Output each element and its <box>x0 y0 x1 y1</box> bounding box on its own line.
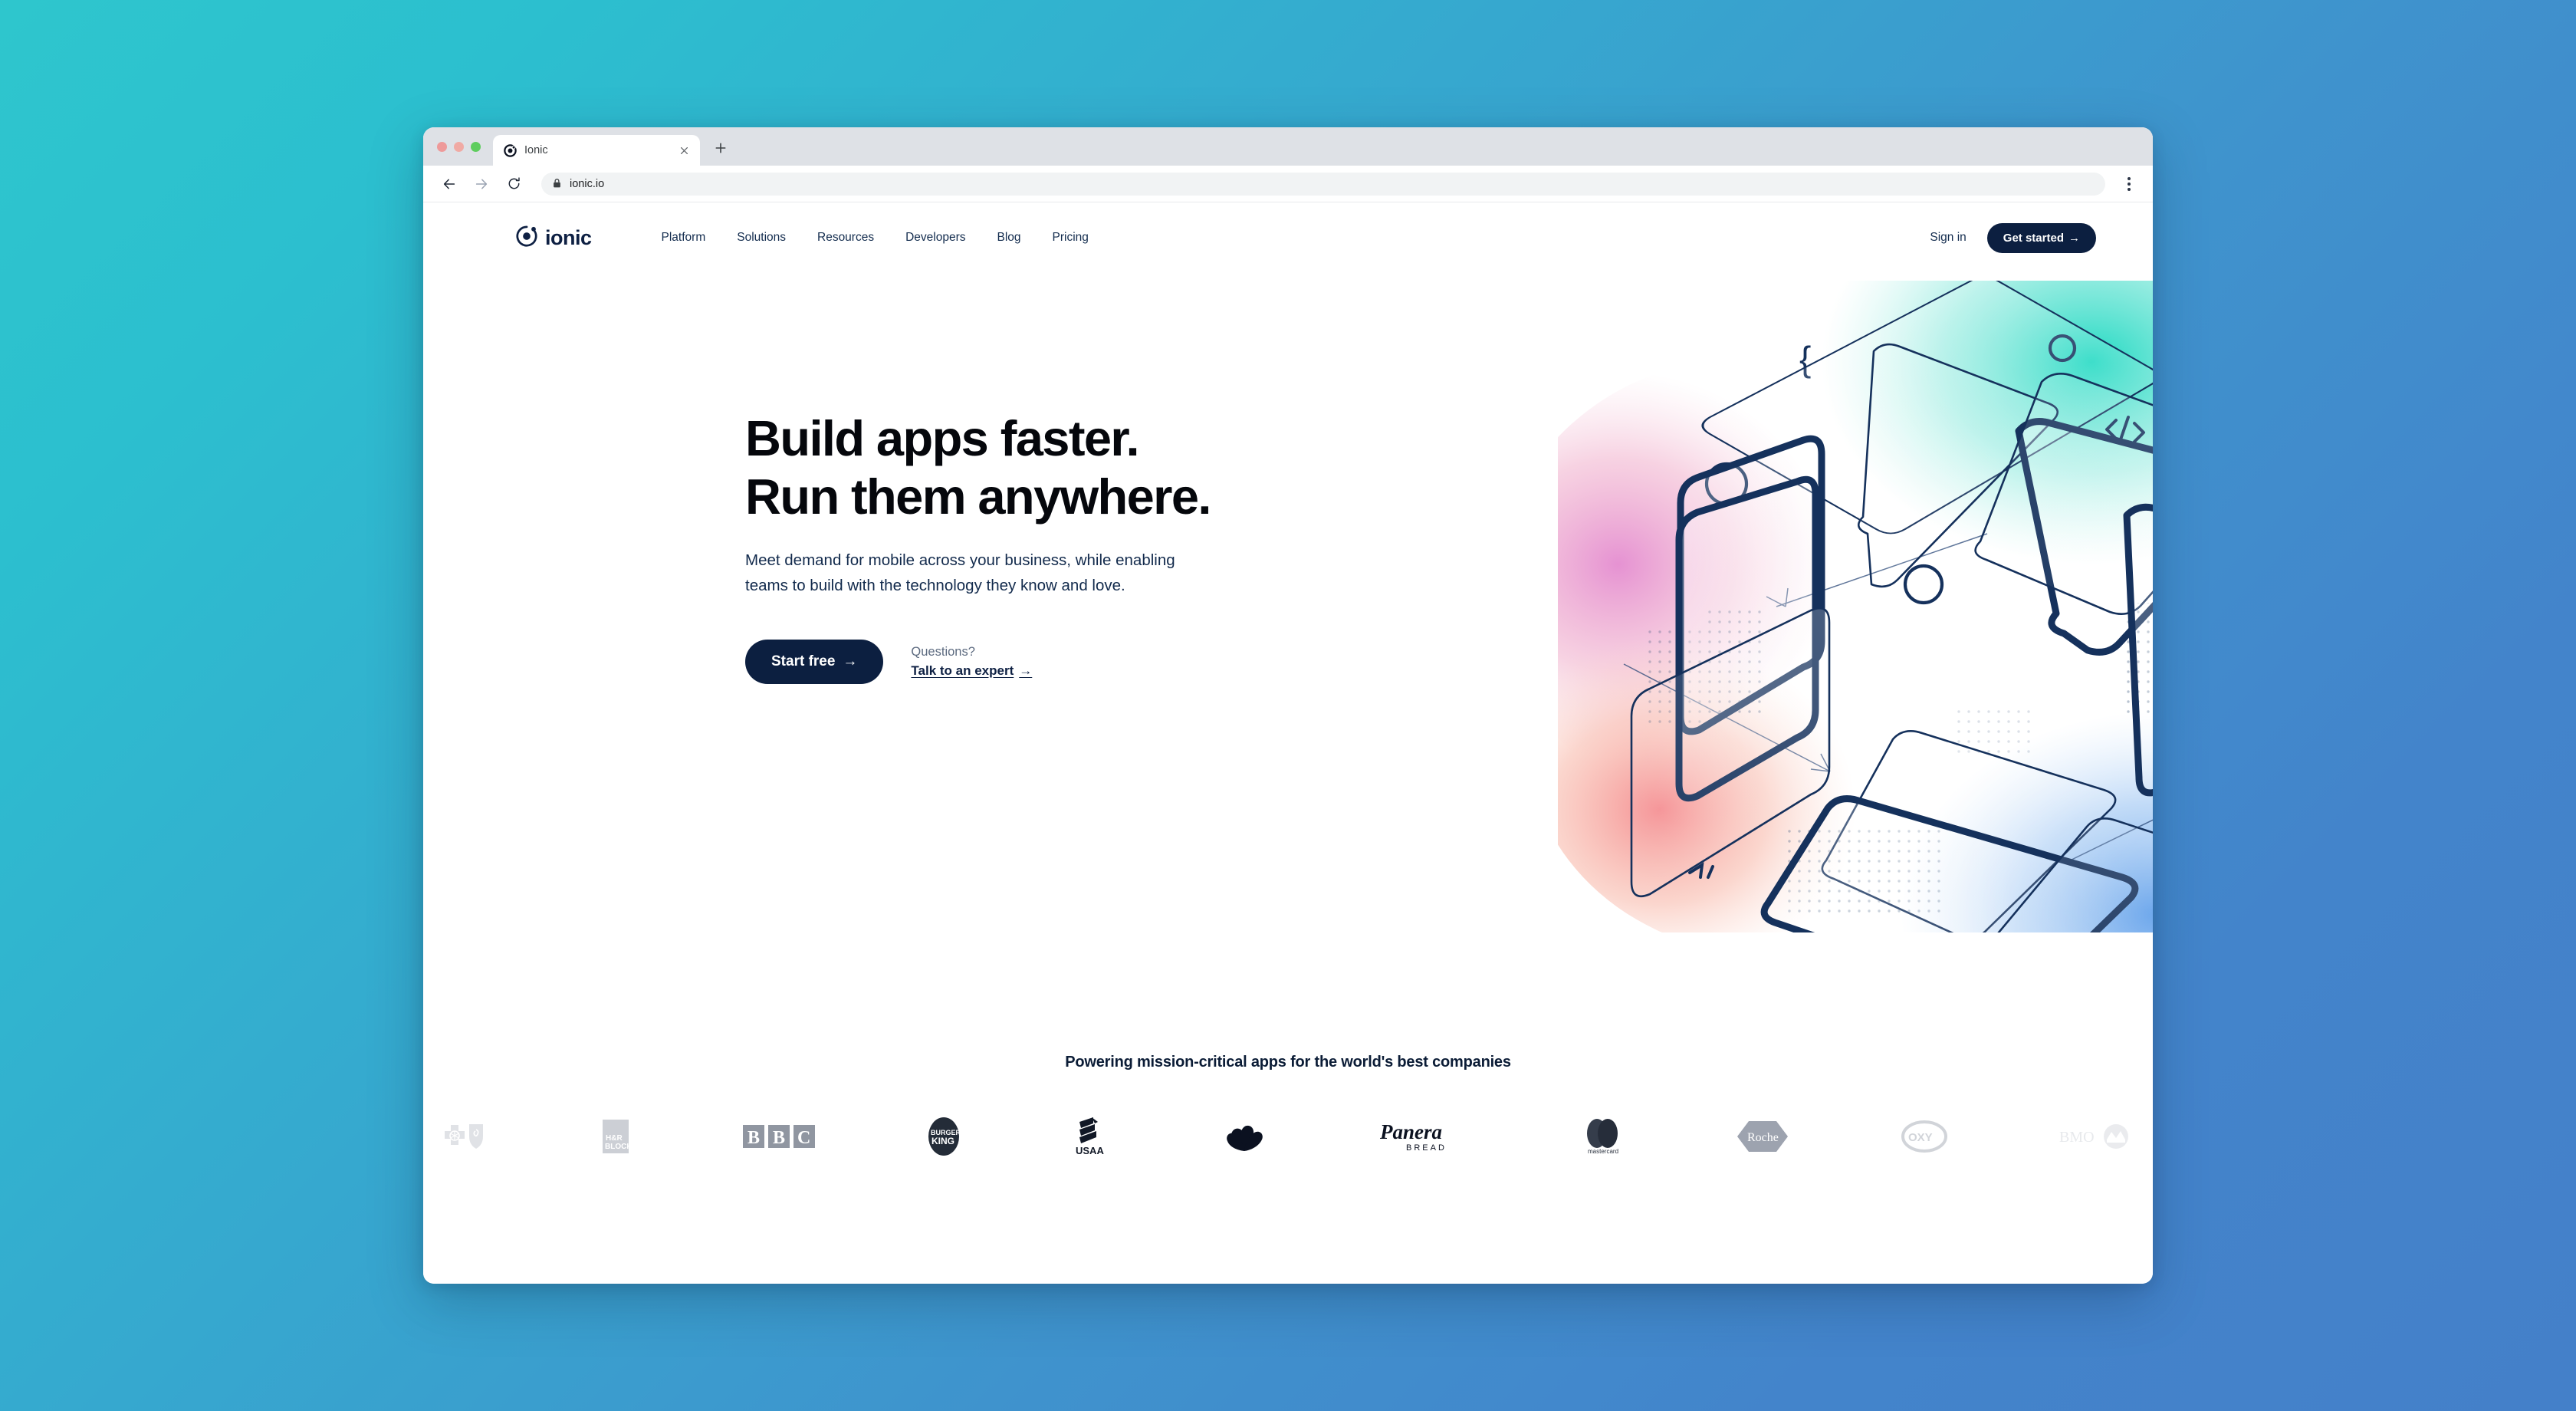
get-started-label: Get started <box>2003 231 2064 245</box>
nav-item-platform[interactable]: Platform <box>662 231 706 245</box>
logo-blue-cross-blue-shield <box>440 1113 488 1160</box>
close-window-button[interactable] <box>437 141 447 152</box>
address-bar[interactable]: ionic.io <box>541 172 2105 196</box>
header-actions: Sign in Get started → <box>1930 222 2096 253</box>
nav-item-pricing[interactable]: Pricing <box>1053 231 1089 245</box>
customer-logos-row: H&R BLOCK B B C BURGER KING USAA Panera … <box>423 1111 2153 1162</box>
customer-logos-heading: Powering mission-critical apps for the w… <box>1065 1054 1511 1071</box>
start-free-label: Start free <box>771 653 836 669</box>
talk-to-an-expert-link[interactable]: Talk to an expert → <box>911 663 1032 679</box>
arrow-right-icon: → <box>2068 231 2080 245</box>
questions-block: Questions? Talk to an expert → <box>911 645 1032 679</box>
hero-section: {Build apps faster. Run them anywhere. … <box>423 273 2153 1117</box>
svg-text:Panera: Panera <box>1379 1120 1442 1143</box>
main-navigation: Platform Solutions Resources Developers … <box>662 231 1089 245</box>
nav-item-blog[interactable]: Blog <box>997 231 1021 245</box>
browser-tab-ionic[interactable]: Ionic <box>493 135 700 166</box>
logo-oxy: OXY <box>1900 1113 1949 1160</box>
reload-icon[interactable] <box>504 175 523 193</box>
start-free-button[interactable]: Start free → <box>745 639 884 684</box>
svg-text:B: B <box>773 1128 785 1148</box>
logo-nbc <box>1221 1113 1268 1160</box>
svg-text:BLOCK: BLOCK <box>605 1143 632 1151</box>
logo-bmo: BMO <box>2059 1113 2130 1160</box>
ionic-logo-icon <box>515 225 538 252</box>
forward-arrow-icon[interactable] <box>472 175 491 193</box>
hero-title: Build apps faster. Run them anywhere. <box>745 410 1211 525</box>
maximize-window-button[interactable] <box>471 141 481 152</box>
svg-text:KING: KING <box>932 1136 955 1146</box>
back-arrow-icon[interactable] <box>440 175 458 193</box>
svg-text:OXY: OXY <box>1908 1131 1933 1144</box>
logo-bbc: B B C <box>743 1113 816 1160</box>
svg-text:C: C <box>797 1128 810 1148</box>
close-icon[interactable] <box>677 143 691 157</box>
arrow-right-icon: → <box>1019 663 1033 678</box>
logo-roche: Roche <box>1735 1113 1790 1160</box>
svg-text:BREAD: BREAD <box>1406 1143 1447 1153</box>
browser-toolbar: ionic.io <box>423 166 2153 202</box>
plus-icon <box>715 142 727 158</box>
logo-usaa: USAA <box>1070 1113 1110 1160</box>
talk-to-an-expert-label: Talk to an expert <box>911 663 1014 678</box>
ionic-wordmark: ionic <box>545 225 592 249</box>
customer-logos-section: Powering mission-critical apps for the w… <box>423 1054 2153 1284</box>
svg-text:B: B <box>748 1128 760 1148</box>
svg-text:H&R: H&R <box>606 1134 623 1143</box>
logo-hr-block: H&R BLOCK <box>598 1113 633 1160</box>
lock-icon <box>552 178 562 189</box>
address-bar-url: ionic.io <box>570 177 605 190</box>
ionic-favicon-icon <box>504 143 517 157</box>
browser-window: Ionic ionic.io ionic Platform Solutions … <box>423 127 2153 1284</box>
svg-text:mastercard: mastercard <box>1588 1148 1618 1155</box>
arrow-right-icon: → <box>843 653 858 669</box>
new-tab-button[interactable] <box>708 136 734 163</box>
logo-panera-bread: Panera BREAD <box>1378 1113 1470 1160</box>
get-started-button[interactable]: Get started → <box>1986 222 2096 253</box>
svg-text:Roche: Roche <box>1747 1131 1779 1144</box>
ionic-brand-logo[interactable]: ionic <box>515 225 592 252</box>
window-traffic-lights <box>437 127 493 166</box>
nav-item-developers[interactable]: Developers <box>905 231 965 245</box>
page-viewport: ionic Platform Solutions Resources Devel… <box>423 202 2153 1284</box>
logo-burger-king: BURGER KING <box>927 1113 961 1160</box>
nav-item-resources[interactable]: Resources <box>817 231 874 245</box>
svg-text:BMO: BMO <box>2059 1129 2095 1146</box>
kebab-menu-icon[interactable] <box>2119 174 2139 194</box>
svg-text:USAA: USAA <box>1076 1145 1104 1156</box>
hero-actions: Start free → Questions? Talk to an exper… <box>745 639 1328 684</box>
logo-mastercard: mastercard <box>1580 1113 1625 1160</box>
browser-tab-title: Ionic <box>524 144 548 156</box>
nav-item-solutions[interactable]: Solutions <box>737 231 786 245</box>
hero-subtitle: Meet demand for mobile across your busin… <box>745 551 1175 595</box>
hero-illustration: { <box>1558 281 2153 932</box>
sign-in-link[interactable]: Sign in <box>1930 231 1966 245</box>
questions-label: Questions? <box>911 644 975 659</box>
minimize-window-button[interactable] <box>454 141 464 152</box>
site-header: ionic Platform Solutions Resources Devel… <box>423 202 2153 273</box>
browser-tab-strip: Ionic <box>423 127 2153 166</box>
hero-copy: Build apps faster. Run them anywhere. Me… <box>745 409 1328 684</box>
